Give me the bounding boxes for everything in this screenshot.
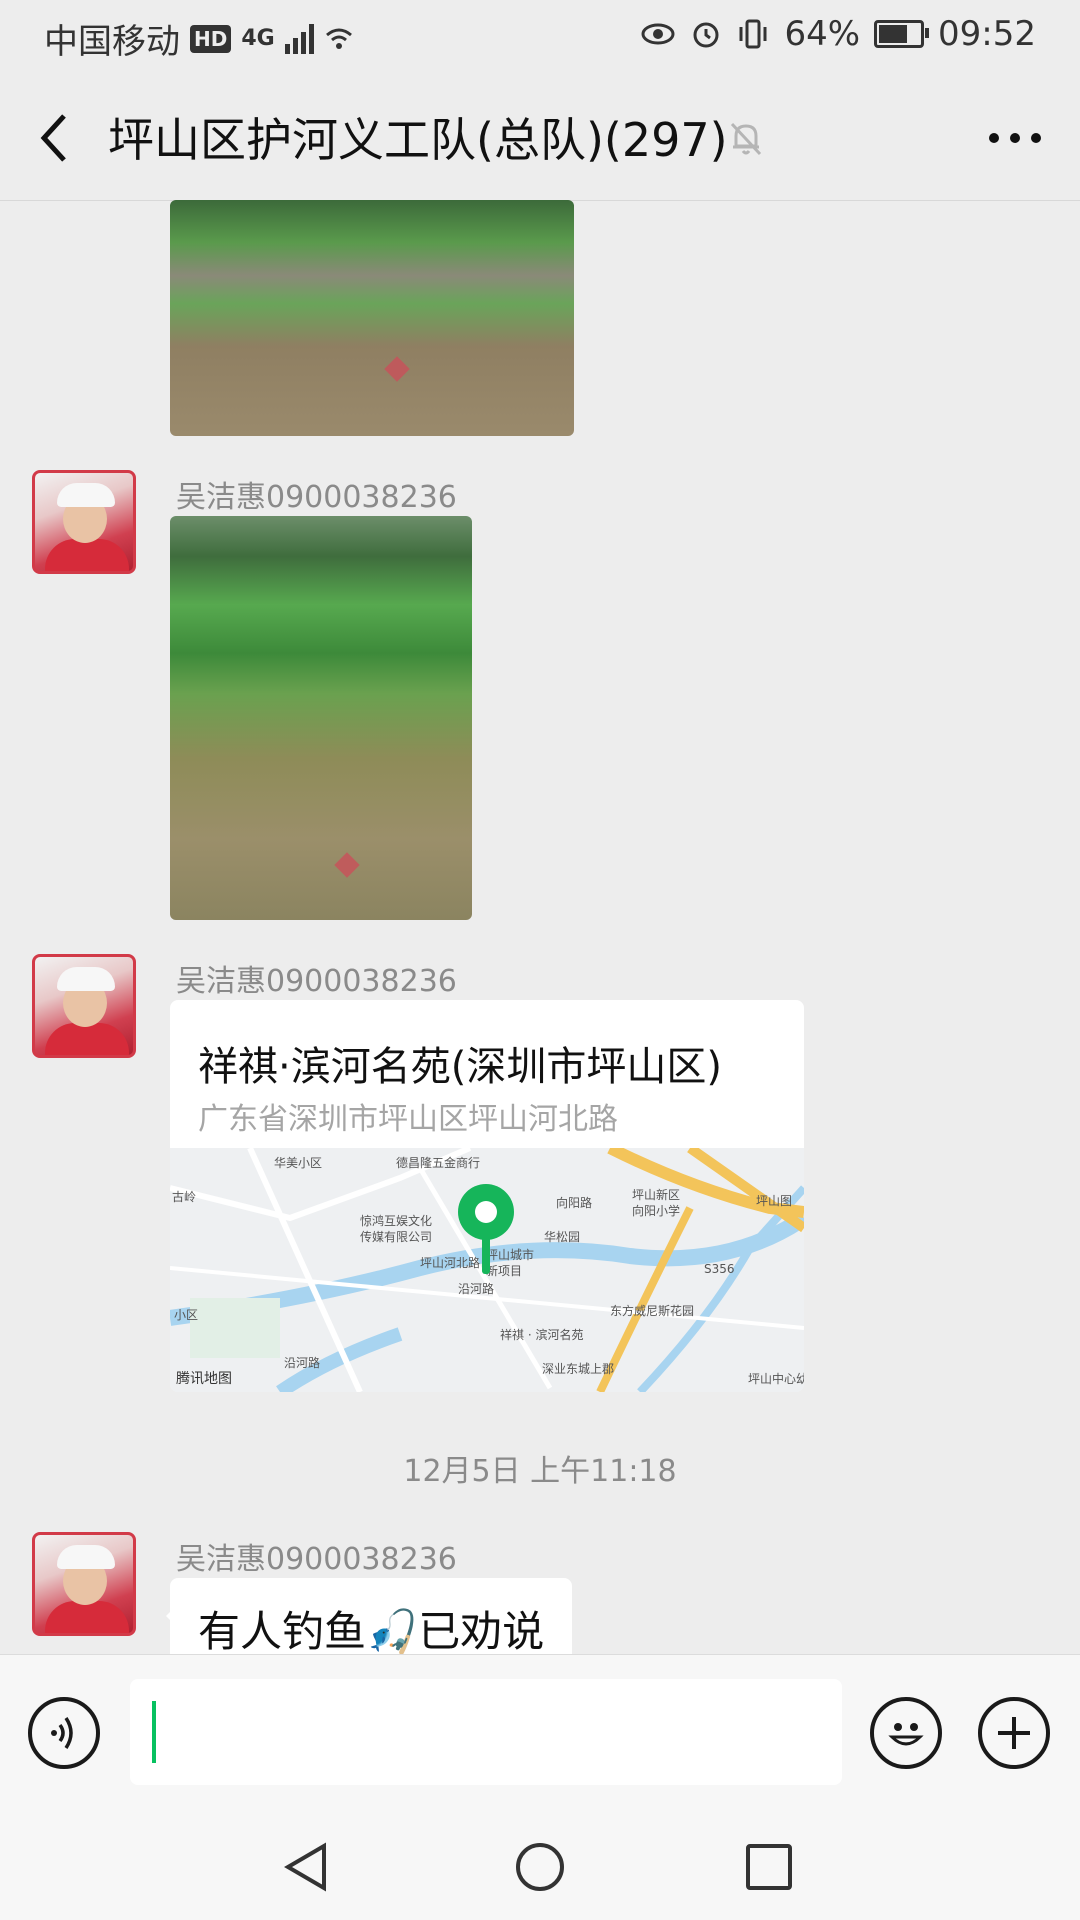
map-label: 坪山新区 xyxy=(632,1188,681,1202)
map-label: 华美小区 xyxy=(274,1156,323,1170)
text-message[interactable]: 有人钓鱼🎣已劝说 xyxy=(165,1578,573,1654)
message-timestamp: 12月5日 上午11:18 xyxy=(403,1454,677,1489)
photo-message[interactable] xyxy=(170,516,472,920)
map-label: 向阳小学 xyxy=(632,1204,681,1218)
map-credit: 腾讯地图 xyxy=(176,1371,232,1387)
map-label: 祥祺 · 滨河名苑 xyxy=(500,1328,584,1342)
map-label: 坪山中心幼 xyxy=(748,1372,804,1386)
map-label: 坪山图 xyxy=(756,1194,793,1208)
map-label: 东方威尼斯花园 xyxy=(610,1304,695,1318)
sender-name: 吴洁惠0900038236 xyxy=(176,1542,457,1577)
map-label: 华松园 xyxy=(544,1230,581,1244)
map-label: 向阳路 xyxy=(556,1196,593,1210)
chat-header: 坪山区护河义工队(总队)(297) xyxy=(0,76,1080,201)
nav-back-icon[interactable] xyxy=(280,1840,334,1894)
map-label: 德昌隆五金商行 xyxy=(396,1156,481,1170)
status-bar: 中国移动 HD 4G 64% 09:52 xyxy=(0,0,1080,76)
location-address: 广东省深圳市坪山区坪山河北路 xyxy=(198,1102,618,1137)
chat-title: 坪山区护河义工队(总队)(297) xyxy=(108,113,728,167)
hd-badge: HD xyxy=(190,24,232,53)
nav-home-icon[interactable] xyxy=(513,1840,567,1894)
signal-icon xyxy=(284,23,314,54)
map-label: 沿河路 xyxy=(284,1356,321,1370)
vibrate-icon xyxy=(739,19,767,49)
network-type: 4G xyxy=(241,26,275,51)
nav-recents-icon[interactable] xyxy=(742,1840,796,1894)
input-bar xyxy=(0,1654,1080,1815)
map-label: 深业东城上郡 xyxy=(542,1362,615,1376)
map-label: 古岭 xyxy=(172,1190,197,1204)
map-label: 惊鸿互娱文化 xyxy=(360,1214,433,1228)
map-label: S356 xyxy=(704,1262,735,1276)
message-input[interactable] xyxy=(130,1679,842,1785)
location-card[interactable]: 祥祺·滨河名苑(深圳市坪山区) 广东省深圳市坪山区坪山河北路 华美小区 德昌隆五… xyxy=(170,1000,804,1392)
chevron-left-icon[interactable] xyxy=(36,110,72,166)
map-preview[interactable]: 华美小区 德昌隆五金商行 坪山新区 向阳小学 坪山图 惊鸿互娱文化 传媒有限公司… xyxy=(170,1148,804,1392)
map-label: 传媒有限公司 xyxy=(360,1230,433,1244)
avatar[interactable] xyxy=(32,1532,136,1636)
carrier-label: 中国移动 xyxy=(44,22,180,62)
sender-name: 吴洁惠0900038236 xyxy=(176,964,457,999)
map-label: 沿河路 xyxy=(458,1282,495,1296)
map-pin-icon xyxy=(458,1184,514,1274)
sender-name: 吴洁惠0900038236 xyxy=(176,480,457,515)
watermark-icon xyxy=(334,852,360,878)
eye-icon xyxy=(641,23,675,45)
emoji-icon[interactable] xyxy=(870,1697,942,1769)
location-name: 祥祺·滨河名苑(深圳市坪山区) xyxy=(198,1044,722,1090)
wifi-icon xyxy=(325,28,352,49)
plus-icon[interactable] xyxy=(978,1697,1050,1769)
text-cursor xyxy=(152,1701,156,1763)
avatar[interactable] xyxy=(32,470,136,574)
avatar[interactable] xyxy=(32,954,136,1058)
more-dots-icon[interactable] xyxy=(986,120,1044,156)
photo-message[interactable] xyxy=(170,200,574,436)
message-list[interactable]: 吴洁惠0900038236 吴洁惠0900038236 祥祺·滨河名苑(深圳市坪… xyxy=(0,200,1080,1654)
battery-percent: 64% xyxy=(784,14,861,54)
voice-icon[interactable] xyxy=(28,1697,100,1769)
system-nav-bar xyxy=(0,1814,1080,1920)
battery-icon xyxy=(874,20,930,48)
alarm-icon xyxy=(693,22,719,48)
bell-off-icon xyxy=(730,122,762,156)
watermark-icon xyxy=(384,356,410,382)
clock: 09:52 xyxy=(938,14,1036,54)
map-label: 小区 xyxy=(174,1308,199,1322)
